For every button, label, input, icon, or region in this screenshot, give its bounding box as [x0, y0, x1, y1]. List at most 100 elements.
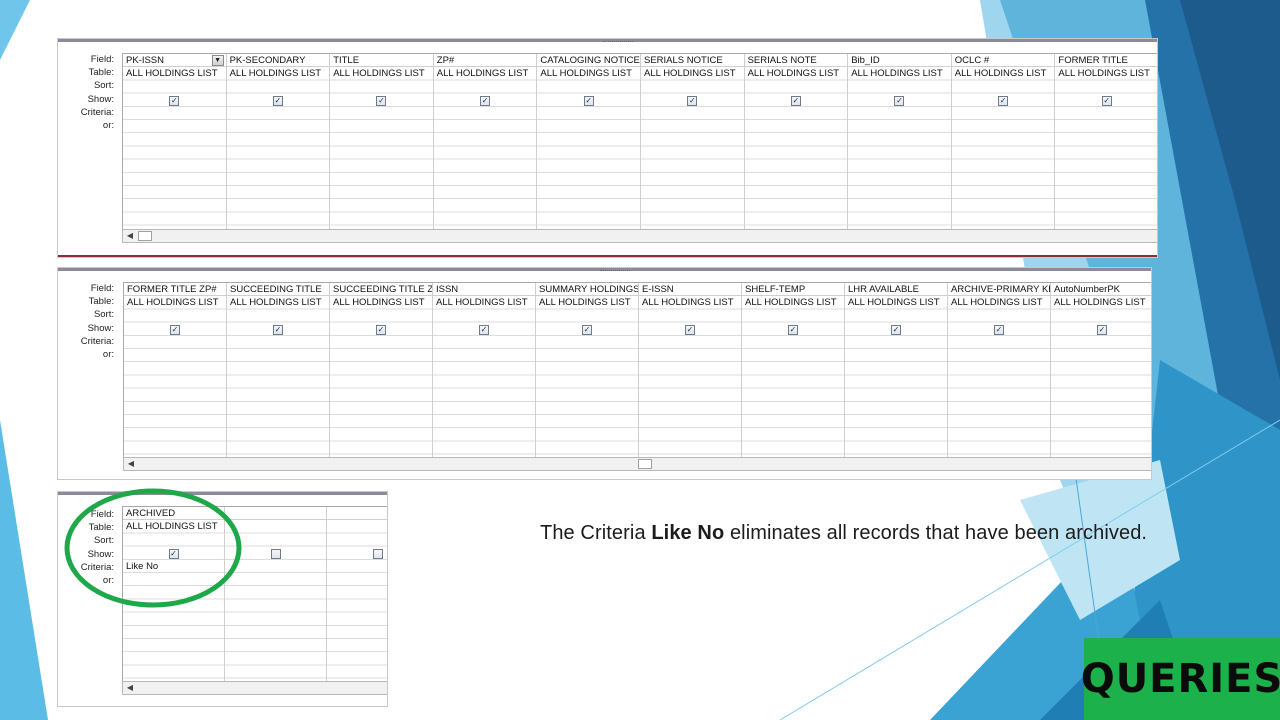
sort-cell[interactable]: [745, 80, 848, 93]
field-cell[interactable]: CATALOGING NOTICE: [537, 54, 640, 68]
or-cell[interactable]: [639, 349, 741, 362]
field-cell[interactable]: SUCCEEDING TITLE ZP: [330, 283, 432, 297]
criteria-cell[interactable]: [1051, 336, 1151, 349]
or-cell[interactable]: [537, 120, 640, 133]
field-cell[interactable]: OCLC #: [951, 54, 1055, 68]
sort-cell[interactable]: [123, 80, 226, 93]
show-checkbox[interactable]: ✓: [998, 95, 1009, 106]
show-cell[interactable]: ✓: [1055, 94, 1157, 107]
show-checkbox[interactable]: ✓: [169, 95, 180, 106]
show-cell[interactable]: ✓: [330, 94, 433, 107]
or-cell[interactable]: [641, 120, 744, 133]
criteria-cell[interactable]: [641, 107, 744, 120]
criteria-cell[interactable]: [330, 336, 432, 349]
scroll-left-arrow-icon[interactable]: ◀: [124, 683, 136, 693]
show-checkbox[interactable]: ✓: [273, 324, 283, 335]
table-cell[interactable]: ALL HOLDINGS LIST: [227, 296, 329, 309]
field-cell[interactable]: AutoNumberPK: [1051, 283, 1151, 297]
criteria-cell[interactable]: [433, 336, 535, 349]
sort-cell[interactable]: [845, 309, 947, 322]
splitter-grip[interactable]: [600, 268, 630, 271]
show-cell[interactable]: [327, 547, 387, 560]
sort-cell[interactable]: [330, 80, 433, 93]
show-cell[interactable]: ✓: [641, 94, 744, 107]
grid-column[interactable]: SHELF-TEMP ALL HOLDINGS LIST ✓: [742, 283, 845, 457]
sort-cell[interactable]: [433, 309, 535, 322]
table-cell[interactable]: ALL HOLDINGS LIST: [742, 296, 844, 309]
field-cell[interactable]: SERIALS NOTICE: [641, 54, 744, 68]
show-checkbox[interactable]: ✓: [272, 95, 283, 106]
horizontal-scrollbar[interactable]: ◀: [123, 457, 1151, 471]
show-checkbox[interactable]: ✓: [788, 324, 798, 335]
sort-cell[interactable]: [641, 80, 744, 93]
grid-column[interactable]: SUMMARY HOLDINGS ALL HOLDINGS LIST ✓: [536, 283, 639, 457]
grid-column[interactable]: [327, 507, 387, 681]
grid-column[interactable]: SUCCEEDING TITLE ALL HOLDINGS LIST ✓: [227, 283, 330, 457]
grid-column[interactable]: FORMER TITLE ZP# ALL HOLDINGS LIST ✓: [124, 283, 227, 457]
design-grid[interactable]: FORMER TITLE ZP# ALL HOLDINGS LIST ✓ SUCCEE…: [123, 282, 1151, 457]
sort-cell[interactable]: [434, 80, 537, 93]
table-cell[interactable]: ALL HOLDINGS LIST: [227, 67, 330, 80]
sort-cell[interactable]: [327, 533, 387, 546]
dropdown-arrow-icon[interactable]: ▼: [211, 55, 224, 66]
criteria-cell[interactable]: [639, 336, 741, 349]
sort-cell[interactable]: [742, 309, 844, 322]
grid-column[interactable]: Bib_ID ALL HOLDINGS LIST ✓: [848, 54, 952, 229]
criteria-cell[interactable]: [123, 107, 226, 120]
or-cell[interactable]: [952, 120, 1055, 133]
sort-cell[interactable]: [848, 80, 951, 93]
show-checkbox[interactable]: ✓: [685, 324, 695, 335]
show-checkbox[interactable]: ✓: [687, 95, 698, 106]
or-cell[interactable]: [227, 349, 329, 362]
field-cell[interactable]: [327, 507, 387, 521]
horizontal-scrollbar[interactable]: ◀: [122, 681, 387, 695]
scrollbar-thumb[interactable]: [138, 231, 152, 241]
show-cell[interactable]: ✓: [848, 94, 951, 107]
grid-column[interactable]: TITLE ALL HOLDINGS LIST ✓: [330, 54, 434, 229]
show-cell[interactable]: ✓: [227, 323, 329, 336]
or-cell[interactable]: [948, 349, 1050, 362]
or-cell[interactable]: [227, 120, 330, 133]
field-cell[interactable]: E-ISSN: [639, 283, 741, 297]
field-cell[interactable]: SUMMARY HOLDINGS: [536, 283, 638, 297]
field-cell[interactable]: FORMER TITLE ZP#: [124, 283, 226, 297]
field-cell[interactable]: ZP#: [433, 54, 537, 68]
show-cell[interactable]: ✓: [433, 323, 535, 336]
sort-cell[interactable]: [948, 309, 1050, 322]
table-cell[interactable]: ALL HOLDINGS LIST: [1051, 296, 1151, 309]
criteria-cell[interactable]: [537, 107, 640, 120]
sort-cell[interactable]: [1051, 309, 1151, 322]
show-cell[interactable]: ✓: [434, 94, 537, 107]
show-checkbox[interactable]: ✓: [376, 95, 387, 106]
field-cell[interactable]: FORMER TITLE: [1055, 54, 1157, 68]
or-cell[interactable]: [434, 120, 537, 133]
or-cell[interactable]: [124, 349, 226, 362]
sort-cell[interactable]: [124, 309, 226, 322]
show-checkbox[interactable]: ✓: [480, 95, 491, 106]
criteria-cell[interactable]: [745, 107, 848, 120]
sort-cell[interactable]: [536, 309, 638, 322]
criteria-cell[interactable]: [848, 107, 951, 120]
or-cell[interactable]: [1055, 120, 1157, 133]
table-cell[interactable]: [327, 520, 387, 533]
grid-column[interactable]: PK-ISSN ▼ ALL HOLDINGS LIST ✓: [123, 54, 227, 229]
criteria-cell[interactable]: [327, 560, 387, 573]
or-cell[interactable]: [433, 349, 535, 362]
criteria-cell[interactable]: [434, 107, 537, 120]
show-checkbox[interactable]: ✓: [994, 324, 1004, 335]
scroll-left-arrow-icon[interactable]: ◀: [124, 231, 136, 241]
or-cell[interactable]: [1051, 349, 1151, 362]
show-checkbox[interactable]: ✓: [891, 324, 901, 335]
field-cell[interactable]: Bib_ID: [848, 54, 951, 68]
table-cell[interactable]: ALL HOLDINGS LIST: [433, 296, 535, 309]
show-checkbox[interactable]: ✓: [583, 95, 594, 106]
show-cell[interactable]: ✓: [537, 94, 640, 107]
show-checkbox[interactable]: ✓: [1101, 95, 1112, 106]
criteria-cell[interactable]: [330, 107, 433, 120]
or-cell[interactable]: [327, 573, 387, 586]
show-cell[interactable]: ✓: [330, 323, 432, 336]
table-cell[interactable]: ALL HOLDINGS LIST: [639, 296, 741, 309]
table-cell[interactable]: ALL HOLDINGS LIST: [952, 67, 1055, 80]
show-checkbox[interactable]: ✓: [1097, 324, 1107, 335]
scroll-left-arrow-icon[interactable]: ◀: [125, 459, 137, 469]
